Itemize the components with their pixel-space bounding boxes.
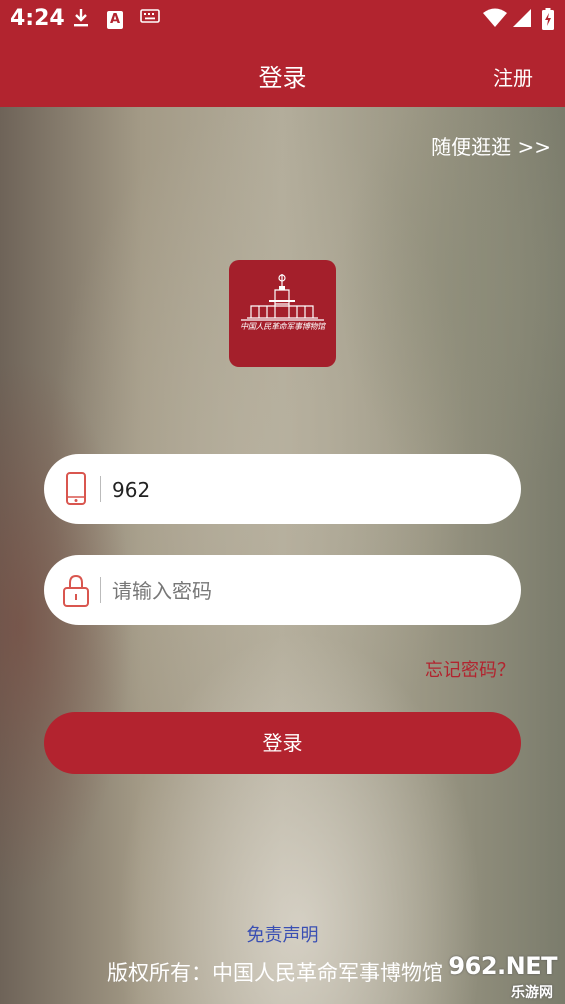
keyboard-icon: [140, 8, 160, 29]
disclaimer-link[interactable]: 免责声明: [0, 921, 565, 947]
password-input[interactable]: [110, 555, 504, 627]
status-bar: 4:24 A: [0, 0, 565, 38]
museum-logo: 中国人民革命军事博物馆: [229, 260, 336, 367]
browse-link[interactable]: 随便逛逛 >>: [431, 131, 551, 160]
register-button[interactable]: 注册: [493, 62, 533, 91]
password-field[interactable]: [44, 555, 521, 627]
font-icon-letter: A: [107, 11, 123, 29]
watermark-sub: 乐游网: [511, 985, 553, 1001]
page-title: 登录: [258, 64, 307, 92]
watermark-main: 962.NET: [448, 952, 557, 980]
phone-input[interactable]: [110, 454, 504, 526]
app-header: 登录 注册: [0, 38, 565, 107]
phone-icon: [62, 471, 90, 507]
copyright-text: 版权所有：中国人民革命军事博物馆: [107, 961, 443, 985]
battery-icon: [542, 8, 554, 35]
download-icon: [72, 8, 90, 33]
font-icon: A: [107, 8, 123, 29]
field-divider: [100, 476, 101, 502]
field-divider: [100, 577, 101, 603]
logo-text: 中国人民革命军事博物馆: [240, 322, 325, 331]
login-button[interactable]: 登录: [44, 712, 521, 774]
status-time: 4:24: [10, 6, 65, 31]
wifi-icon: [483, 8, 507, 33]
museum-building-icon: [241, 274, 324, 321]
signal-icon: [512, 8, 532, 33]
site-watermark: 962.NET 乐游网: [425, 952, 557, 1001]
phone-field[interactable]: [44, 454, 521, 526]
forgot-password-link[interactable]: 忘记密码？: [425, 656, 515, 682]
lock-icon: [62, 572, 90, 608]
